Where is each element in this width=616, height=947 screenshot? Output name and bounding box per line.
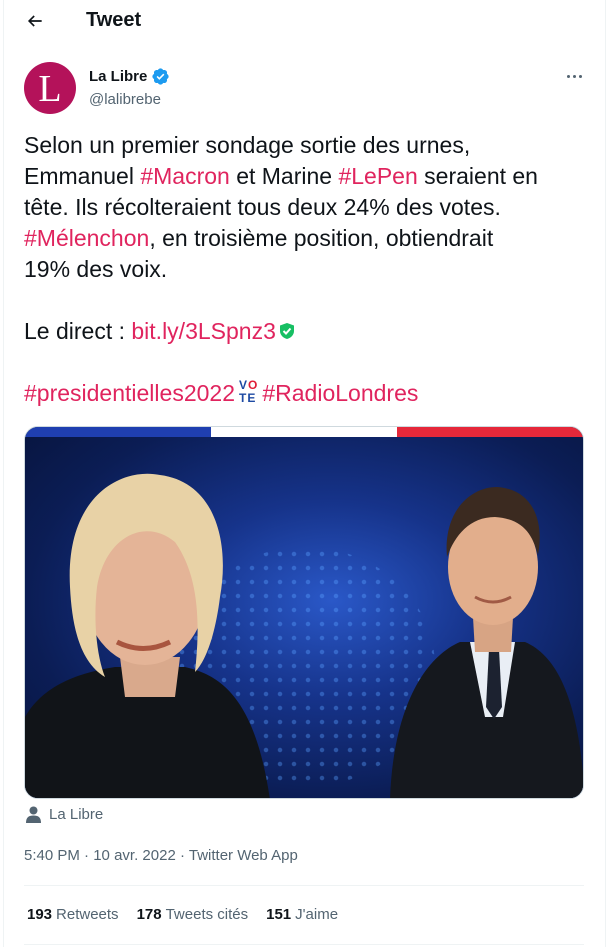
tweet-stats: 193 Retweets 178 Tweets cités 151 J'aime — [27, 906, 338, 923]
tweet-line: 19% des voix. — [24, 256, 168, 282]
tweet-line: Selon un premier sondage sortie des urne… — [24, 132, 471, 158]
likes-stat[interactable]: 151 J'aime — [266, 906, 338, 923]
candidate-portrait-left — [25, 473, 270, 798]
hashtag-macron[interactable]: #Macron — [140, 163, 229, 189]
author-handle[interactable]: @lalibrebe — [89, 91, 161, 108]
hashtag-melenchon[interactable]: #Mélenchon — [24, 225, 149, 251]
tweet-line: tête. Ils récolteraient tous deux 24% de… — [24, 194, 501, 220]
tweet-line: #Mélenchon, en troisième position, obtie… — [24, 225, 494, 251]
tweet-date[interactable]: 10 avr. 2022 — [93, 847, 176, 864]
tweet-meta: 5:40 PM · 10 avr. 2022 · Twitter Web App — [24, 847, 298, 864]
back-arrow-icon — [27, 15, 42, 27]
person-icon — [26, 806, 41, 823]
header: Tweet — [0, 0, 616, 42]
media-credit: La Libre — [26, 806, 103, 823]
verified-badge-icon — [152, 68, 169, 85]
tweet-line: #presidentielles2022 VO TE #RadioLondres — [24, 378, 594, 409]
media-credit-label: La Libre — [49, 806, 104, 823]
tweet-line: Emmanuel #Macron et Marine #LePen seraie… — [24, 163, 538, 189]
avatar-letter: L — [38, 68, 62, 110]
hashtag-lepen[interactable]: #LePen — [338, 163, 417, 189]
author-name-row: La Libre — [89, 67, 170, 86]
divider — [24, 885, 584, 886]
candidate-portrait-right — [390, 487, 583, 798]
tweet-line: Le direct : bit.ly/3LSpnz3 — [24, 316, 594, 347]
hashtag-radiolondres[interactable]: #RadioLondres — [262, 380, 418, 406]
retweets-stat[interactable]: 193 Retweets — [27, 906, 119, 923]
author-display-name[interactable]: La Libre — [89, 68, 147, 85]
back-button[interactable] — [20, 6, 50, 36]
more-options-button[interactable] — [562, 66, 586, 86]
tweet-media-image[interactable] — [24, 426, 584, 799]
direct-link[interactable]: bit.ly/3LSpnz3 — [131, 318, 275, 344]
page-title: Tweet — [86, 9, 142, 31]
shield-check-icon — [279, 322, 294, 339]
quote-tweets-stat[interactable]: 178 Tweets cités — [137, 906, 249, 923]
more-options-icon — [566, 74, 570, 78]
hashtag-presidentielles2022[interactable]: #presidentielles2022 — [24, 380, 235, 406]
tweet-time[interactable]: 5:40 PM — [24, 847, 80, 864]
vote-emoji-icon: VO TE — [239, 377, 259, 405]
tweet-client[interactable]: Twitter Web App — [189, 847, 298, 864]
avatar[interactable]: L — [24, 62, 76, 114]
french-flag-band — [25, 427, 583, 437]
tweet-text: Selon un premier sondage sortie des urne… — [24, 130, 594, 409]
divider — [24, 944, 584, 945]
